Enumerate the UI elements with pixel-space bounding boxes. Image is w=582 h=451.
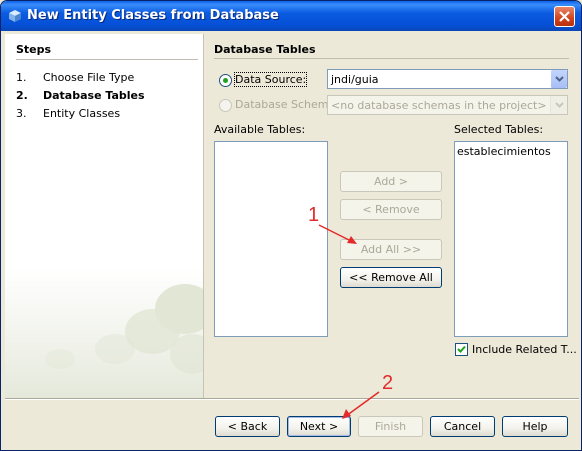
panel-divider: [214, 58, 569, 59]
add-all-button[interactable]: Add All >>: [340, 239, 442, 260]
close-window-button[interactable]: [554, 6, 575, 27]
step-label: Choose File Type: [43, 71, 135, 84]
footer-divider-highlight: [5, 399, 579, 400]
title-bar[interactable]: New Entity Classes from Database: [1, 1, 581, 31]
chevron-down-icon: [555, 76, 564, 82]
cloud-decoration: [45, 349, 75, 369]
include-related-label[interactable]: Include Related T...: [472, 343, 577, 356]
finish-button[interactable]: Finish: [358, 416, 423, 437]
selected-tables-label: Selected Tables:: [454, 123, 544, 136]
database-schema-radio[interactable]: [219, 99, 232, 112]
available-tables-list[interactable]: [214, 141, 328, 337]
data-source-combobox[interactable]: jndi/guia: [327, 69, 568, 89]
data-source-dropdown-button[interactable]: [550, 70, 567, 88]
data-source-value: jndi/guia: [331, 73, 379, 86]
data-source-radio[interactable]: [219, 74, 232, 87]
panel-title: Database Tables: [214, 43, 316, 56]
chevron-down-icon: [555, 102, 564, 108]
annotation-arrow-2: [342, 391, 380, 419]
step-number: 3.: [16, 107, 27, 120]
step-number: 2.: [16, 89, 28, 102]
database-schema-label: Database Schema: [235, 98, 336, 111]
cloud-decoration: [95, 334, 135, 364]
netbeans-cube-icon: [9, 10, 21, 22]
step-label: Database Tables: [43, 89, 145, 102]
include-related-checkbox[interactable]: [455, 343, 468, 356]
steps-heading: Steps: [16, 43, 52, 56]
remove-all-button[interactable]: << Remove All: [340, 267, 442, 288]
add-button[interactable]: Add >: [340, 171, 442, 192]
list-item[interactable]: establecimientos: [457, 145, 551, 158]
available-tables-label: Available Tables:: [214, 123, 306, 136]
selected-tables-list[interactable]: establecimientos: [454, 141, 568, 337]
database-schema-value: <no database schemas in the project>: [331, 99, 547, 112]
window-title: New Entity Classes from Database: [27, 8, 279, 23]
close-icon: [559, 11, 570, 22]
database-schema-combobox[interactable]: <no database schemas in the project>: [327, 95, 568, 115]
annotation-number-1: 1: [308, 204, 320, 226]
data-source-label[interactable]: Data Source:: [233, 72, 308, 87]
cancel-button[interactable]: Cancel: [430, 416, 495, 437]
steps-divider: [16, 59, 198, 60]
wizard-window: New Entity Classes from Database Steps 1…: [0, 0, 582, 451]
next-button[interactable]: Next >: [287, 416, 351, 437]
annotation-number-2: 2: [382, 372, 394, 394]
steps-panel: Steps 1. Choose File Type 2. Database Ta…: [5, 34, 204, 398]
database-schema-dropdown-button[interactable]: [550, 96, 567, 114]
back-button[interactable]: < Back: [215, 416, 280, 437]
help-button[interactable]: Help: [502, 416, 568, 437]
step-number: 1.: [16, 71, 27, 84]
remove-button[interactable]: < Remove: [340, 199, 442, 220]
step-label: Entity Classes: [43, 107, 121, 120]
checkmark-icon: [457, 345, 466, 353]
